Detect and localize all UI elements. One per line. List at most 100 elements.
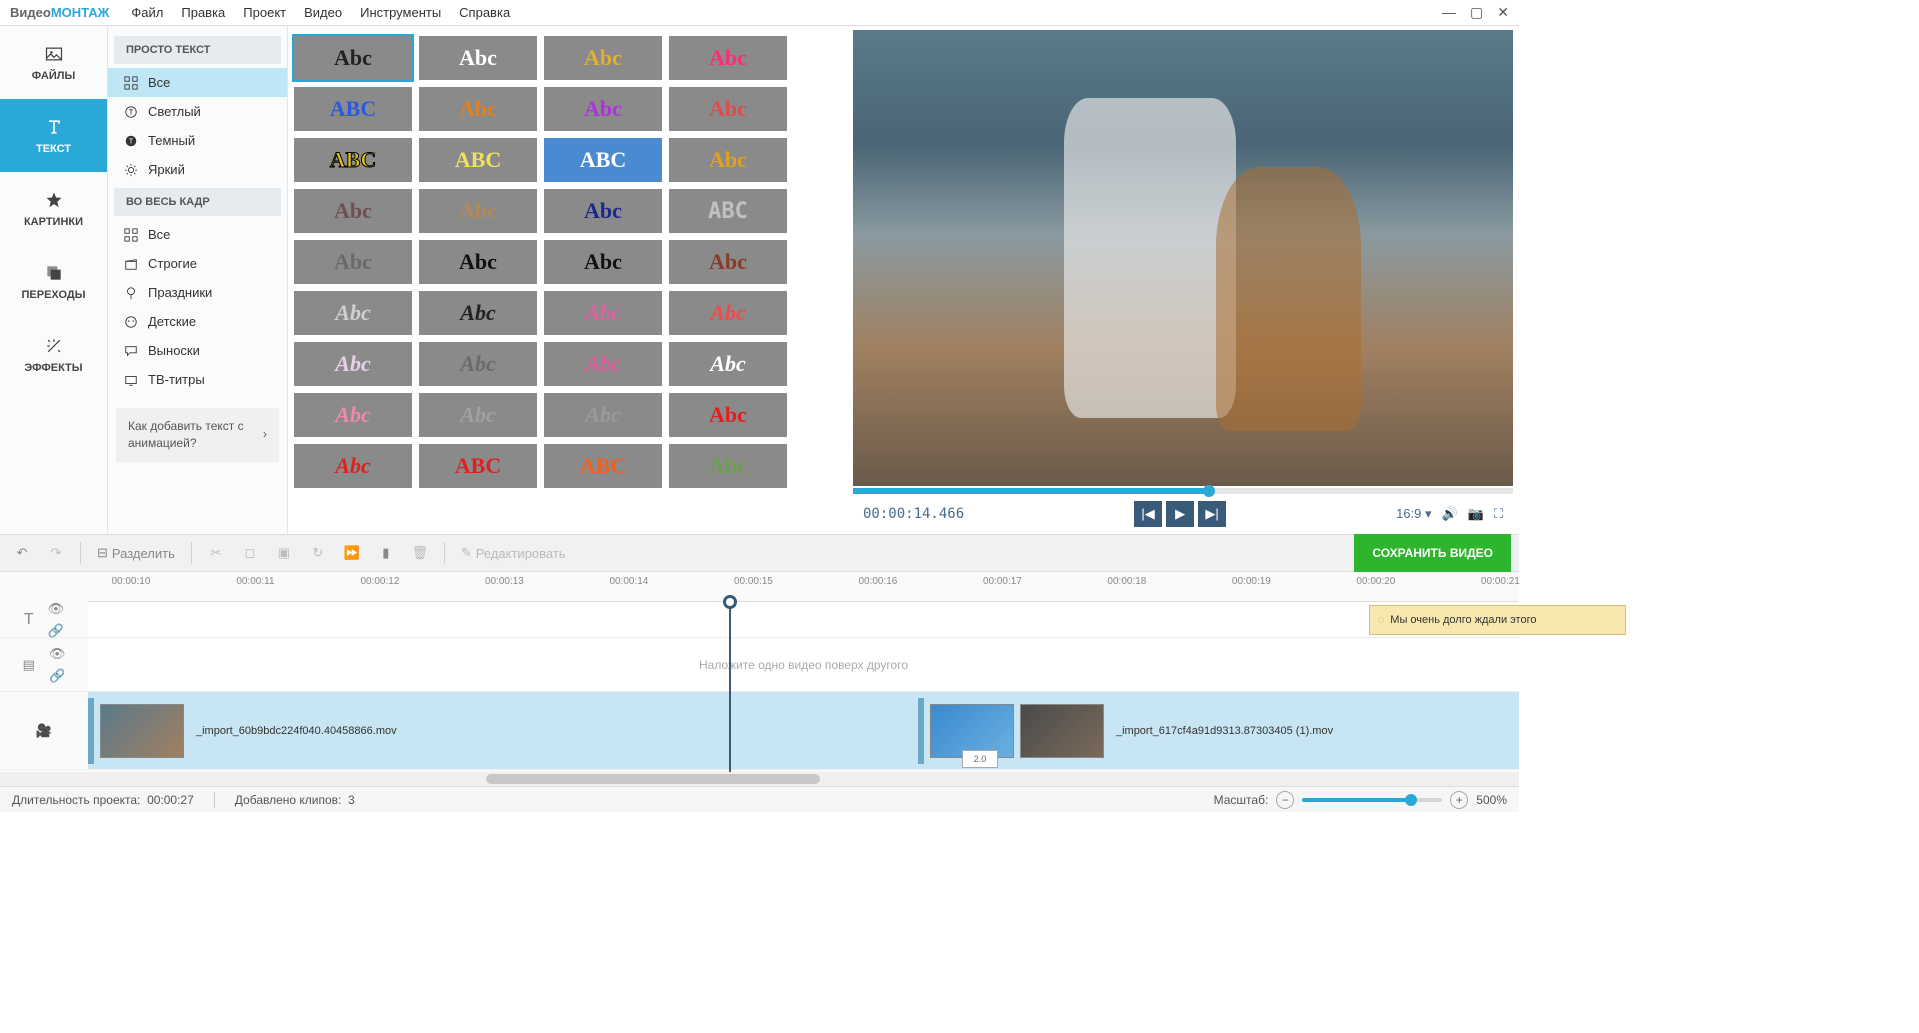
aspect-ratio[interactable]: 16:9 ▾ [1396, 506, 1431, 522]
text-style-thumb[interactable]: ABC [419, 138, 537, 182]
progress-bar[interactable] [853, 488, 1513, 494]
text-style-thumb[interactable]: Abc [669, 36, 787, 80]
cut-button[interactable]: ✂ [202, 539, 230, 567]
text-style-thumb[interactable]: Abc [669, 138, 787, 182]
cat-dark[interactable]: T Темный [108, 126, 287, 155]
zoom-out-button[interactable]: − [1276, 791, 1294, 809]
text-style-thumb[interactable]: ABC [294, 138, 412, 182]
eye-icon[interactable]: 👁 [48, 601, 65, 617]
menu-tools[interactable]: Инструменты [360, 5, 441, 20]
text-style-thumb[interactable]: Abc [294, 342, 412, 386]
tab-files[interactable]: ФАЙЛЫ [0, 26, 107, 99]
link-icon[interactable]: 🔗 [49, 668, 65, 684]
cat-light[interactable]: T Светлый [108, 97, 287, 126]
cat-bright[interactable]: Яркий [108, 155, 287, 184]
delete-button[interactable]: 🗑 [406, 539, 434, 567]
text-style-thumb[interactable]: Abc [419, 87, 537, 131]
menu-help[interactable]: Справка [459, 5, 510, 20]
tab-images[interactable]: КАРТИНКИ [0, 172, 107, 245]
tab-transitions[interactable]: ПЕРЕХОДЫ [0, 245, 107, 318]
timeline-scrollbar[interactable] [0, 772, 1519, 786]
overlay-dropzone[interactable]: Наложите одно видео поверх другого [88, 638, 1519, 691]
text-style-thumb[interactable]: Abc [544, 342, 662, 386]
eye-icon[interactable]: 👁 [49, 646, 66, 662]
minimize-button[interactable]: — [1442, 4, 1456, 21]
video-preview[interactable] [853, 30, 1513, 486]
menu-project[interactable]: Проект [243, 5, 286, 20]
playhead[interactable] [729, 602, 731, 772]
text-style-thumb[interactable]: ABC [544, 138, 662, 182]
zoom-slider[interactable] [1302, 798, 1442, 802]
help-link[interactable]: Как добавить текст с анимацией? › [116, 408, 279, 462]
text-style-thumb[interactable]: Abc [544, 240, 662, 284]
redo-button[interactable]: ↷ [42, 539, 70, 567]
text-style-thumb[interactable]: Abc [419, 36, 537, 80]
prev-frame-button[interactable]: |◀ [1134, 501, 1162, 527]
save-video-button[interactable]: СОХРАНИТЬ ВИДЕО [1354, 534, 1511, 572]
zoom-in-button[interactable]: + [1450, 791, 1468, 809]
text-style-thumb[interactable]: Abc [294, 36, 412, 80]
text-style-thumb[interactable]: Abc [544, 393, 662, 437]
cat-kids[interactable]: Детские [108, 307, 287, 336]
text-style-thumb[interactable]: Abc [419, 393, 537, 437]
stop-button[interactable]: ▣ [270, 539, 298, 567]
text-style-thumb[interactable]: Abc [669, 444, 787, 488]
text-style-thumb[interactable]: ABC [544, 444, 662, 488]
text-style-thumb[interactable]: Abc [419, 291, 537, 335]
edit-button[interactable]: ✎ Редактировать [455, 539, 572, 567]
text-style-thumb[interactable]: Abc [419, 342, 537, 386]
timeline-ruler[interactable]: 00:00:1000:00:1100:00:1200:00:1300:00:14… [88, 572, 1519, 602]
text-style-thumb[interactable]: Abc [544, 36, 662, 80]
timecode: 00:00:14.466 [863, 506, 964, 522]
text-style-thumb[interactable]: Abc [669, 291, 787, 335]
tab-text[interactable]: ТЕКСТ [0, 99, 107, 172]
text-style-thumb[interactable]: Abc [294, 444, 412, 488]
text-style-thumb[interactable]: Abc [294, 291, 412, 335]
text-clip[interactable]: ◌ Мы очень долго ждали этого [1369, 605, 1627, 635]
clip-handle[interactable] [918, 698, 924, 764]
menu-edit[interactable]: Правка [181, 5, 225, 20]
clip-handle[interactable] [88, 698, 94, 764]
text-style-thumb[interactable]: ABC [294, 87, 412, 131]
maximize-button[interactable]: ▢ [1470, 4, 1483, 21]
text-style-thumb[interactable]: Abc [419, 189, 537, 233]
text-style-thumb[interactable]: ABC [669, 189, 787, 233]
snapshot-icon[interactable]: 📷 [1468, 506, 1484, 522]
cat-all[interactable]: Все [108, 68, 287, 97]
next-frame-button[interactable]: ▶| [1198, 501, 1226, 527]
crop-button[interactable]: ◻ [236, 539, 264, 567]
text-style-thumb[interactable]: Abc [544, 189, 662, 233]
link-icon[interactable]: 🔗 [48, 623, 64, 639]
cat-tv[interactable]: ТВ-титры [108, 365, 287, 394]
play-button[interactable]: ▶ [1166, 501, 1194, 527]
text-style-thumb[interactable]: Abc [669, 87, 787, 131]
cat-holiday[interactable]: Праздники [108, 278, 287, 307]
cat-all2[interactable]: Все [108, 220, 287, 249]
cat-callout[interactable]: Выноски [108, 336, 287, 365]
text-style-thumb[interactable]: Abc [294, 393, 412, 437]
video-clip-1[interactable]: _import_60b9bdc224f040.40458866.mov [88, 698, 403, 764]
close-button[interactable]: ✕ [1497, 4, 1509, 21]
text-style-grid[interactable]: AbcAbcAbcAbcABCAbcAbcAbcABCABCABCAbcAbcA… [288, 26, 849, 534]
text-style-thumb[interactable]: Abc [294, 240, 412, 284]
volume-icon[interactable]: 🔊 [1442, 506, 1458, 522]
tab-effects[interactable]: ЭФФЕКТЫ [0, 318, 107, 391]
split-button[interactable]: ⊟ Разделить [91, 539, 181, 567]
text-style-thumb[interactable]: ABC [419, 444, 537, 488]
chroma-button[interactable]: ▮ [372, 539, 400, 567]
text-style-thumb[interactable]: Abc [669, 240, 787, 284]
cat-strict[interactable]: Строгие [108, 249, 287, 278]
text-style-thumb[interactable]: Abc [544, 87, 662, 131]
text-style-thumb[interactable]: Abc [669, 393, 787, 437]
text-style-thumb[interactable]: Abc [544, 291, 662, 335]
menu-video[interactable]: Видео [304, 5, 342, 20]
menu-file[interactable]: Файл [131, 5, 163, 20]
rotate-button[interactable]: ↻ [304, 539, 332, 567]
fullscreen-icon[interactable]: ⛶ [1494, 506, 1503, 522]
speed-button[interactable]: ⏩ [338, 539, 366, 567]
text-style-thumb[interactable]: Abc [294, 189, 412, 233]
transition-marker[interactable]: 2.0 [962, 750, 998, 768]
undo-button[interactable]: ↶ [8, 539, 36, 567]
text-style-thumb[interactable]: Abc [419, 240, 537, 284]
text-style-thumb[interactable]: Abc [669, 342, 787, 386]
